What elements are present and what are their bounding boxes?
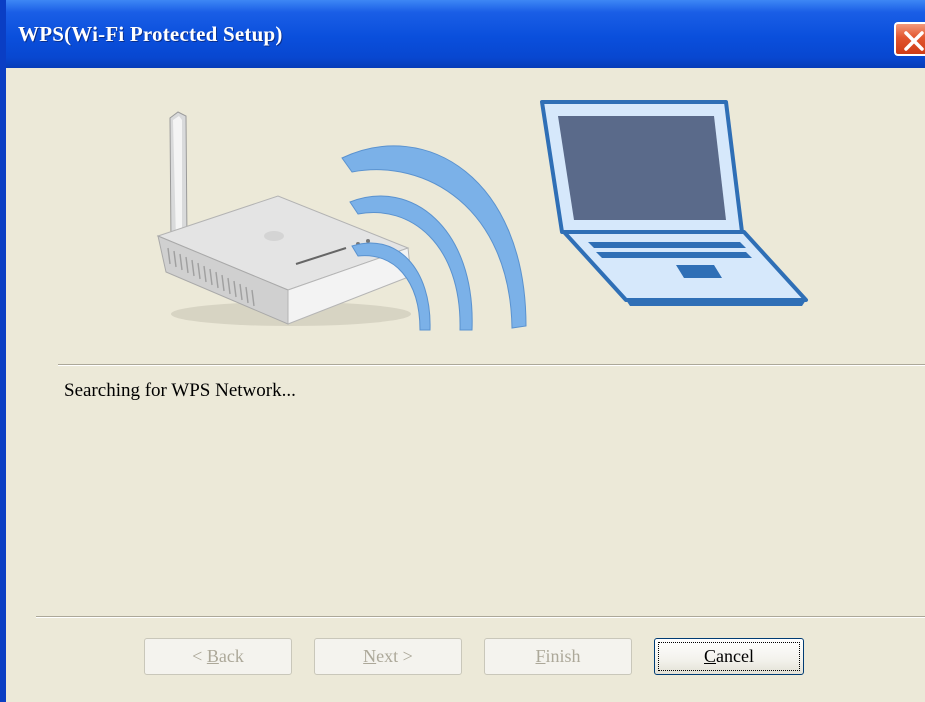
finish-button-label: Finish (535, 646, 581, 666)
close-icon (904, 31, 924, 51)
cancel-button[interactable]: Cancel (654, 638, 804, 675)
laptop-icon (540, 100, 808, 306)
wps-illustration (156, 100, 808, 331)
router-icon (156, 111, 412, 326)
close-button[interactable] (894, 22, 925, 56)
status-text: Searching for WPS Network... (64, 380, 296, 401)
bottom-separator (36, 616, 925, 618)
finish-button[interactable]: Finish (484, 638, 632, 675)
top-separator (58, 364, 925, 366)
back-button-label: < Back (192, 646, 244, 666)
cancel-button-label: Cancel (704, 646, 754, 666)
title-bar[interactable]: WPS(Wi-Fi Protected Setup) (6, 0, 925, 68)
window-title: WPS(Wi-Fi Protected Setup) (18, 22, 283, 46)
back-button[interactable]: < Back (144, 638, 292, 675)
dialog-body: Searching for WPS Network... < Back Next… (6, 68, 925, 702)
next-button[interactable]: Next > (314, 638, 462, 675)
next-button-label: Next > (363, 646, 413, 666)
